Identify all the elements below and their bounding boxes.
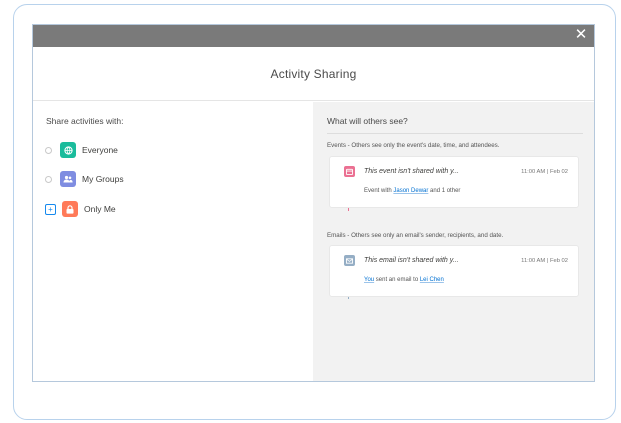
event-item-subtext: Event with Jason Dewar and 1 other	[364, 188, 460, 194]
email-item-time: 11:00 AM | Feb 02	[521, 258, 568, 264]
preview-title: What will others see?	[327, 116, 408, 126]
email-item-card[interactable]: This email isn't shared with y... 11:00 …	[329, 245, 579, 297]
email-item-subtext: You sent an email to Lei Chen	[364, 277, 444, 283]
share-options-panel: Share activities with: Everyone My Group…	[33, 102, 313, 381]
event-item-title: This event isn't shared with y...	[364, 168, 459, 175]
events-section-label: Events - Others see only the event's dat…	[327, 142, 500, 149]
activity-sharing-modal: ✕ Activity Sharing Share activities with…	[32, 24, 595, 382]
modal-header: Activity Sharing	[33, 47, 594, 101]
email-item-title: This email isn't shared with y...	[364, 257, 459, 264]
only-me-radio[interactable]: +	[45, 203, 56, 215]
preview-divider	[327, 133, 583, 134]
emails-section-label: Emails - Others see only an email's send…	[327, 232, 504, 239]
email-sub-middle: sent an email to	[374, 277, 420, 283]
group-icon	[60, 171, 76, 187]
everyone-label: Everyone	[82, 145, 118, 155]
my-groups-radio[interactable]	[45, 175, 52, 183]
modal-top-bar: ✕	[33, 25, 594, 47]
share-activities-label: Share activities with:	[46, 116, 124, 126]
option-my-groups[interactable]: My Groups	[45, 169, 124, 189]
globe-icon	[60, 142, 76, 158]
lock-icon	[62, 201, 78, 217]
email-recipient-link[interactable]: Lei Chen	[420, 277, 444, 283]
my-groups-label: My Groups	[82, 174, 124, 184]
event-item-card[interactable]: This event isn't shared with y... 11:00 …	[329, 156, 579, 208]
everyone-radio[interactable]	[45, 146, 52, 154]
modal-title: Activity Sharing	[270, 66, 357, 81]
event-attendee-link[interactable]: Jason Dewar	[393, 188, 428, 194]
preview-panel: What will others see? Events - Others se…	[313, 102, 594, 381]
event-sub-prefix: Event with	[364, 188, 394, 194]
email-icon	[344, 255, 355, 266]
event-item-time: 11:00 AM | Feb 02	[521, 169, 568, 175]
option-everyone[interactable]: Everyone	[45, 140, 118, 160]
event-sub-suffix: and 1 other	[428, 188, 461, 194]
calendar-icon	[344, 166, 355, 177]
option-only-me[interactable]: + Only Me	[45, 199, 116, 219]
email-sender-link[interactable]: You	[364, 277, 374, 283]
only-me-label: Only Me	[84, 204, 116, 214]
close-icon[interactable]: ✕	[574, 27, 588, 43]
